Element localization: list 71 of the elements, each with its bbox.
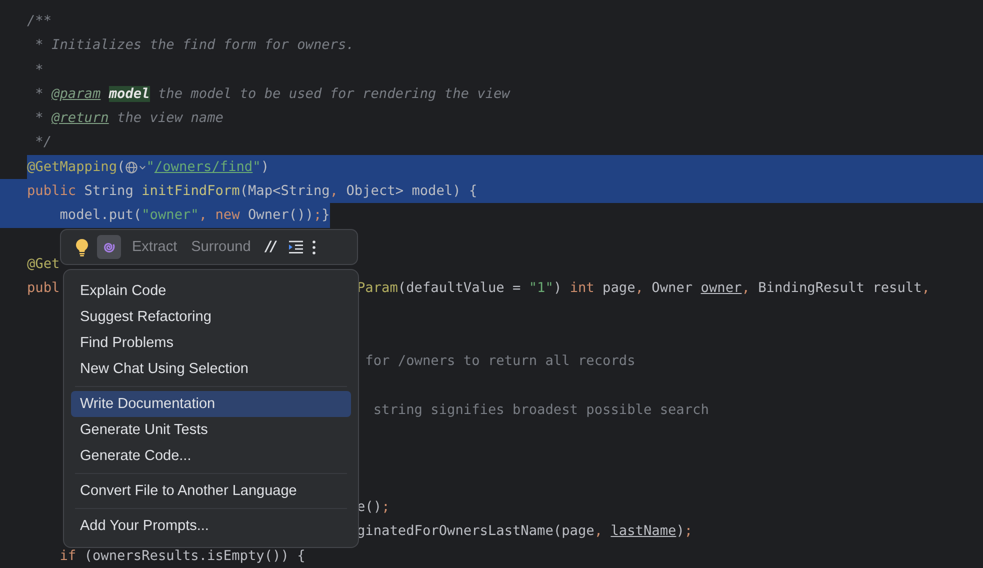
code-token: @Get <box>27 256 60 272</box>
code-token: lastName <box>610 523 676 540</box>
code-token: Object> model) { <box>345 183 478 200</box>
code-token: (defaultValue = <box>398 280 522 296</box>
code-token: * <box>34 110 44 126</box>
code-token: the model to be used for rendering the view <box>156 86 510 102</box>
code-token: ) <box>676 523 684 540</box>
code-token: " <box>146 158 154 175</box>
code-token: /** <box>27 13 52 29</box>
menu-item[interactable]: Write Documentation <box>71 391 351 417</box>
lightbulb-icon[interactable] <box>75 238 89 256</box>
code-token: model.put( <box>58 207 142 224</box>
code-token: ; <box>684 523 693 540</box>
code-token: , <box>922 280 930 296</box>
menu-item[interactable]: Add Your Prompts... <box>71 513 351 539</box>
menu-item[interactable]: Generate Code... <box>71 443 351 469</box>
toolbar-action[interactable]: Extract <box>129 239 180 255</box>
menu-item[interactable]: Suggest Refactoring <box>71 304 351 330</box>
indent-icon[interactable] <box>288 240 304 254</box>
code-token: * Initializes the find form for owners. <box>34 37 354 54</box>
menu-item[interactable]: New Chat Using Selection <box>71 356 351 382</box>
code-token: , <box>635 280 644 296</box>
menu-item[interactable]: Convert File to Another Language <box>71 478 351 504</box>
code-token: if <box>58 548 76 564</box>
code-token: "1" <box>528 280 554 296</box>
code-token: Owner()) <box>248 207 314 224</box>
code-token: ) <box>553 280 563 296</box>
code-token: publ <box>27 280 60 296</box>
code-token: (Map<String <box>240 183 330 200</box>
code-token: , <box>594 523 604 540</box>
code-token: * <box>34 62 44 78</box>
code-token: page <box>602 280 636 296</box>
menu-item[interactable]: Generate Unit Tests <box>71 417 351 443</box>
code-token: , <box>330 183 338 200</box>
code-token: ; <box>313 207 322 224</box>
code-token: ginatedForOwnersLastName(page <box>357 523 594 540</box>
code-token: */ <box>34 134 52 150</box>
code-token: BindingResult result <box>757 280 922 296</box>
code-token: Param <box>357 280 398 296</box>
code-token: owner <box>700 280 742 296</box>
toolbar-action[interactable]: Surround <box>188 239 254 255</box>
code-token: Owner <box>650 280 694 296</box>
code-token: "owner" <box>142 207 199 224</box>
code-token: for /owners to return all records <box>364 353 636 370</box>
code-token: ( <box>117 158 126 175</box>
more-icon[interactable] <box>312 240 316 254</box>
code-token: model <box>108 86 150 102</box>
code-token: @param <box>52 86 101 102</box>
code-token: String <box>83 183 134 200</box>
code-token: public <box>27 183 76 200</box>
code-token: ) <box>260 158 269 175</box>
code-token: , new <box>198 207 241 224</box>
code-token: @return <box>52 110 109 126</box>
code-token: /owners/find <box>154 158 253 175</box>
code-token: , <box>742 280 750 296</box>
code-token: * <box>34 86 44 102</box>
code-token: the view name <box>116 110 224 126</box>
code-token: " <box>252 158 261 175</box>
caret-icon[interactable] <box>139 164 146 170</box>
code-token: (ownersResults.isEmpty()) { <box>83 548 306 564</box>
code-token: } <box>322 207 330 224</box>
ai-assistant-button[interactable] <box>97 235 121 259</box>
code-token: ; <box>382 498 390 515</box>
code-token: int <box>570 280 594 296</box>
comment-button[interactable]: // <box>262 239 280 255</box>
code-token: string signifies broadest possible search <box>372 402 709 418</box>
globe-icon[interactable] <box>125 160 138 174</box>
menu-item[interactable]: Explain Code <box>71 278 351 304</box>
menu-item[interactable]: Find Problems <box>71 330 351 356</box>
code-token: @GetMapping <box>27 158 118 175</box>
code-token: initFindForm <box>142 183 240 200</box>
